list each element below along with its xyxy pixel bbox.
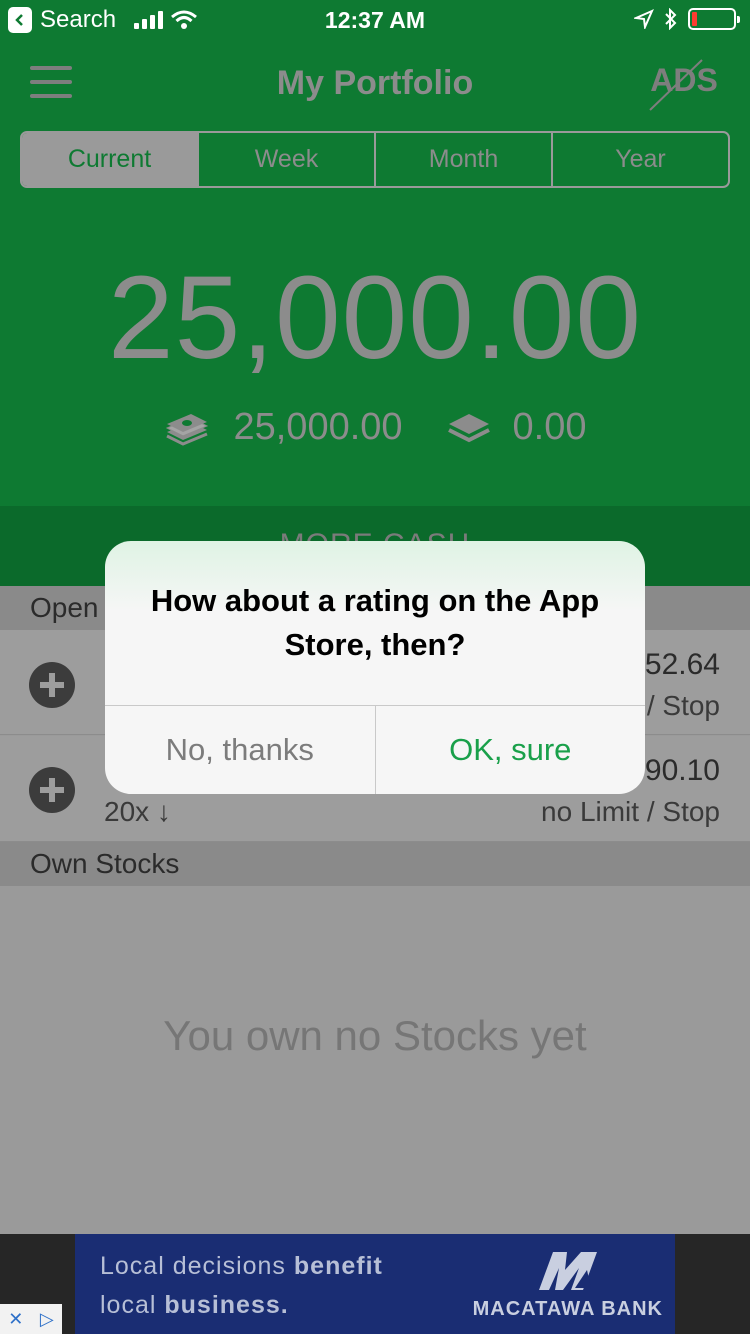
- strikethrough-icon: [649, 59, 703, 111]
- position-value: 90.10: [644, 754, 720, 787]
- ad-brand-name: MACATAWA BANK: [472, 1298, 663, 1320]
- portfolio-header: My Portfolio ADS Current Week Month Year…: [0, 40, 750, 586]
- tab-week[interactable]: Week: [197, 133, 374, 186]
- remove-ads-button[interactable]: ADS: [648, 59, 720, 111]
- ad-choices-icon[interactable]: ✕ ▷: [0, 1304, 62, 1334]
- bluetooth-icon: [664, 8, 678, 30]
- rating-dialog: How about a rating on the App Store, the…: [105, 541, 645, 794]
- status-bar: Search 12:37 AM: [0, 0, 750, 40]
- position-limit-stop: / Stop: [646, 690, 720, 721]
- ad-headline-line2: local business.: [100, 1291, 289, 1320]
- plus-circle-icon[interactable]: [29, 662, 75, 708]
- position-limit-stop: no Limit / Stop: [541, 796, 720, 827]
- position-leverage: 20x ↓: [104, 796, 171, 827]
- ad-banner[interactable]: Local decisions benefit local business. …: [0, 1234, 750, 1334]
- invested-value: 0.00: [512, 406, 587, 448]
- ad-text: local: [100, 1291, 165, 1319]
- ad-text-bold: business.: [164, 1291, 289, 1319]
- plus-circle-icon[interactable]: [29, 767, 75, 813]
- ad-content[interactable]: Local decisions benefit local business. …: [75, 1234, 675, 1334]
- position-value: 52.64: [644, 648, 720, 681]
- tab-year[interactable]: Year: [551, 133, 728, 186]
- tab-month[interactable]: Month: [374, 133, 551, 186]
- layers-icon: [447, 410, 491, 446]
- dialog-title: How about a rating on the App Store, the…: [150, 583, 600, 662]
- cash-value: 25,000.00: [233, 406, 403, 448]
- cash-balance: 25,000.00: [163, 406, 403, 449]
- location-arrow-icon: [634, 9, 654, 29]
- ok-sure-button[interactable]: OK, sure: [376, 706, 646, 794]
- battery-icon: [688, 8, 740, 30]
- invested-balance: 0.00: [447, 406, 587, 449]
- section-header-own-stocks: Own Stocks: [0, 842, 750, 886]
- no-thanks-button[interactable]: No, thanks: [105, 706, 376, 794]
- tab-current[interactable]: Current: [22, 133, 197, 186]
- ad-headline-line1: Local decisions benefit: [100, 1252, 383, 1281]
- cash-stack-icon: [163, 410, 211, 446]
- ad-text: Local decisions: [100, 1252, 294, 1280]
- empty-stocks-message: You own no Stocks yet: [163, 1012, 587, 1059]
- ad-text-bold: benefit: [293, 1252, 383, 1280]
- page-title: My Portfolio: [276, 64, 474, 102]
- period-segmented-control: Current Week Month Year: [20, 131, 730, 188]
- sub-balances: 25,000.00 0.00: [0, 406, 750, 449]
- dialog-buttons: No, thanks OK, sure: [105, 706, 645, 794]
- portfolio-balance: 25,000.00: [108, 252, 642, 384]
- bank-logo-icon: [535, 1248, 611, 1297]
